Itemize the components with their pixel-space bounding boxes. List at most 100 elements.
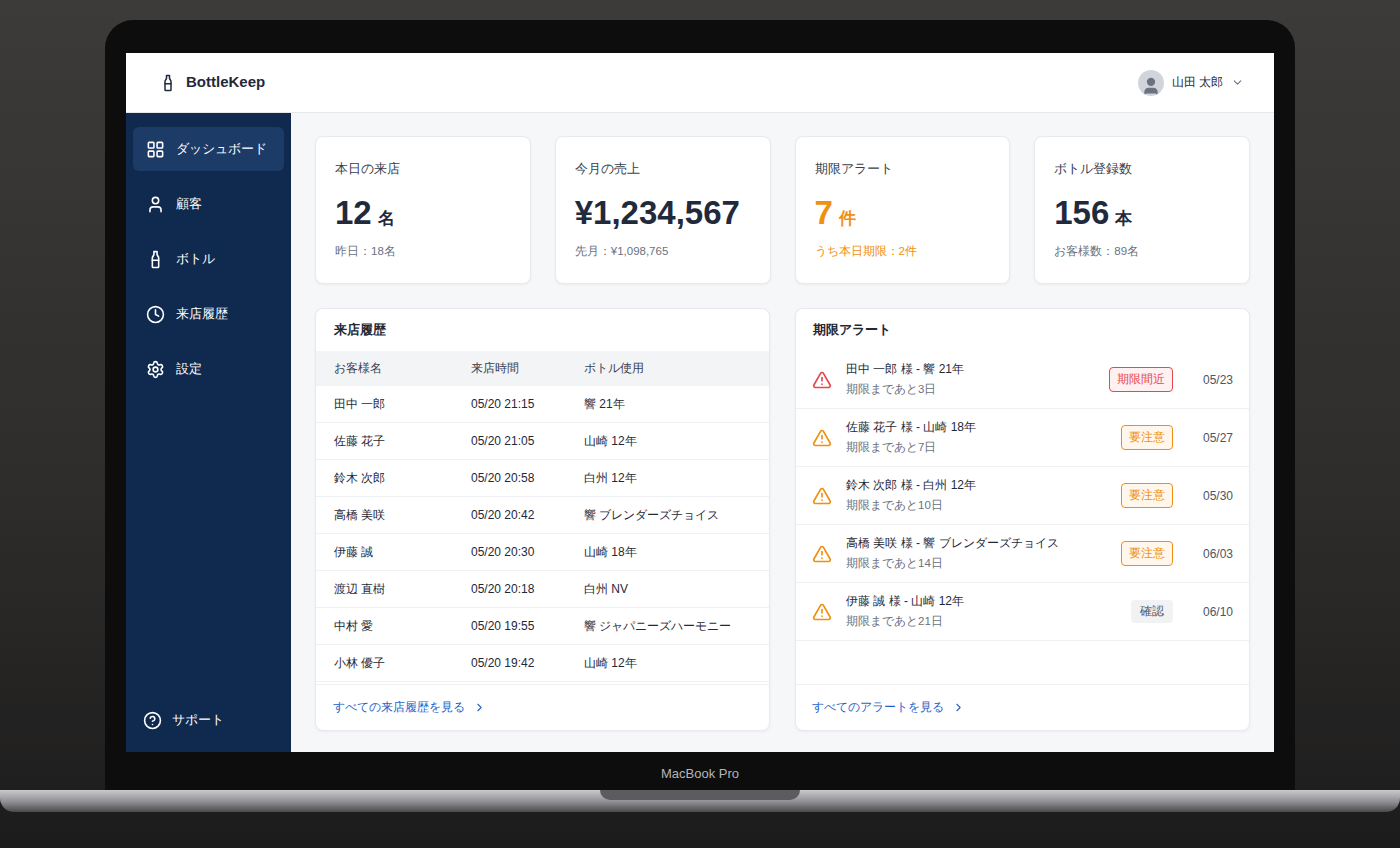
help-icon <box>143 711 162 730</box>
panel-title: 来店履歴 <box>316 309 769 351</box>
alert-item[interactable]: 田中 一郎 様 - 響 21年期限まであと3日期限間近05/23 <box>796 351 1249 409</box>
sidebar-item[interactable]: 設定 <box>133 347 284 391</box>
table-cell: 響 ジャパニーズハーモニー <box>584 617 751 635</box>
stat-sub: うち本日期限：2件 <box>815 243 991 260</box>
alert-item[interactable]: 高橋 美咲 様 - 響 ブレンダーズチョイス期限まであと14日要注意06/03 <box>796 525 1249 583</box>
table-row[interactable]: 田中 一郎05/20 21:15響 21年 <box>316 386 769 423</box>
stat-card: ボトル登録数 156本お客様数：89名 <box>1034 136 1250 284</box>
table-cell: 山崎 12年 <box>584 654 751 672</box>
panel-title: 期限アラート <box>796 309 1249 351</box>
sidebar-item[interactable]: 顧客 <box>133 182 284 226</box>
table-cell: 響 ブレンダーズチョイス <box>584 506 751 524</box>
alert-sub: 期限まであと3日 <box>846 381 1095 398</box>
status-badge: 期限間近 <box>1109 367 1173 392</box>
user-icon <box>146 195 165 214</box>
table-body: 田中 一郎05/20 21:15響 21年佐藤 花子05/20 21:05山崎 … <box>316 386 769 682</box>
status-badge: 要注意 <box>1121 425 1173 450</box>
stat-value: 156本 <box>1054 193 1230 233</box>
sidebar-item[interactable]: ボトル <box>133 237 284 281</box>
table-header: お客様名来店時間ボトル使用 <box>316 351 769 386</box>
stat-title: 本日の来店 <box>335 159 511 179</box>
status-badge: 確認 <box>1131 600 1173 623</box>
chevron-right-icon <box>952 701 965 714</box>
user-menu[interactable]: 山田 太郎 <box>1138 70 1244 96</box>
table-row[interactable]: 渡辺 直樹05/20 20:18白州 NV <box>316 571 769 608</box>
stat-value: 7件 <box>815 193 991 233</box>
table-cell: 中村 愛 <box>334 617 471 635</box>
app-logo[interactable]: BottleKeep <box>159 71 265 95</box>
avatar-icon <box>1138 70 1164 96</box>
table-cell: 05/20 19:55 <box>471 617 584 635</box>
base-notch <box>600 790 800 800</box>
bottle-icon <box>146 250 165 269</box>
table-row[interactable]: 鈴木 次郎05/20 20:58白州 12年 <box>316 460 769 497</box>
table-row[interactable]: 小林 優子05/20 19:42山崎 12年 <box>316 645 769 682</box>
chevron-down-icon <box>1231 76 1244 89</box>
alert-sub: 期限まであと21日 <box>846 613 1117 630</box>
table-cell: 05/20 20:42 <box>471 506 584 524</box>
warning-icon <box>812 486 832 506</box>
table-cell: 渡辺 直樹 <box>334 580 471 598</box>
support-link[interactable]: サポート <box>126 711 291 730</box>
status-badge: 要注意 <box>1121 483 1173 508</box>
visits-panel: 来店履歴お客様名来店時間ボトル使用田中 一郎05/20 21:15響 21年佐藤… <box>315 308 770 731</box>
table-cell: 白州 NV <box>584 580 751 598</box>
panel-footer: すべての来店履歴を見る <box>316 684 769 730</box>
table-cell: 05/20 20:58 <box>471 469 584 487</box>
alert-item[interactable]: 佐藤 花子 様 - 山崎 18年期限まであと7日要注意 05/27 <box>796 409 1249 467</box>
stat-title: 今月の売上 <box>575 159 751 179</box>
laptop-base <box>0 790 1400 812</box>
stat-sub: 昨日：18名 <box>335 243 511 260</box>
alert-text: 伊藤 誠 様 - 山崎 12年 <box>846 592 1117 610</box>
table-cell: 05/20 20:18 <box>471 580 584 598</box>
alert-item[interactable]: 鈴木 次郎 様 - 白州 12年期限まであと10日要注意05/30 <box>796 467 1249 525</box>
bottle-logo-icon <box>159 71 177 95</box>
all-visits-link[interactable]: すべての来店履歴を見る <box>333 699 486 716</box>
column-header: 来店時間 <box>471 360 584 377</box>
stat-value: ¥1,234,567 <box>575 193 751 233</box>
all-alerts-link[interactable]: すべてのアラートを見る <box>812 699 965 716</box>
stat-title: ボトル登録数 <box>1054 159 1230 179</box>
table-row[interactable]: 佐藤 花子05/20 21:05山崎 12年 <box>316 423 769 460</box>
panel-footer: すべてのアラートを見る <box>796 684 1249 730</box>
alert-text: 田中 一郎 様 - 響 21年 <box>846 360 1095 378</box>
alert-sub: 期限まであと10日 <box>846 497 1107 514</box>
sidebar-item[interactable]: ダッシュボード <box>133 127 284 171</box>
warning-icon <box>812 544 832 564</box>
grid-icon <box>146 140 165 159</box>
table-row[interactable]: 中村 愛05/20 19:55響 ジャパニーズハーモニー <box>316 608 769 645</box>
chevron-right-icon <box>473 701 486 714</box>
alert-date: 05/27 <box>1187 429 1233 447</box>
gear-icon <box>146 360 165 379</box>
alert-date: 06/03 <box>1187 545 1233 563</box>
stat-value: 12名 <box>335 193 511 233</box>
alert-text: 佐藤 花子 様 - 山崎 18年 <box>846 418 1107 436</box>
alert-item[interactable]: 伊藤 誠 様 - 山崎 12年期限まであと21日確認06/10 <box>796 583 1249 641</box>
laptop-chin: MacBook Pro <box>126 752 1274 790</box>
clock-icon <box>146 305 165 324</box>
column-header: お客様名 <box>334 360 471 377</box>
table-cell: 山崎 18年 <box>584 543 751 561</box>
sidebar-item[interactable]: 来店履歴 <box>133 292 284 336</box>
stat-card: 本日の来店 12名昨日：18名 <box>315 136 531 284</box>
laptop-lid: BottleKeep山田 太郎ダッシュボード顧客ボトル来店履歴設定サポート本日の… <box>105 20 1295 790</box>
stats-row: 本日の来店 12名昨日：18名 今月の売上 ¥1,234,567 先月：¥1,098,7… <box>315 136 1250 284</box>
table-row[interactable]: 伊藤 誠05/20 20:30山崎 18年 <box>316 534 769 571</box>
table-cell: 伊藤 誠 <box>334 543 471 561</box>
table-cell: 鈴木 次郎 <box>334 469 471 487</box>
alert-sub: 期限まであと7日 <box>846 439 1107 456</box>
stat-sub: 先月：¥1,098,765 <box>575 243 751 260</box>
screen: BottleKeep山田 太郎ダッシュボード顧客ボトル来店履歴設定サポート本日の… <box>126 53 1274 752</box>
sidebar-nav: ダッシュボード顧客ボトル来店履歴設定 <box>126 127 291 391</box>
stat-card: 期限アラート7件うち本日期限：2件 <box>795 136 1011 284</box>
table-cell: 高橋 美咲 <box>334 506 471 524</box>
stat-sub: お客様数：89名 <box>1054 243 1230 260</box>
table-cell: 白州 12年 <box>584 469 751 487</box>
body: ダッシュボード顧客ボトル来店履歴設定サポート本日の来店12名昨日：18名今月の売… <box>126 113 1274 752</box>
alert-text: 鈴木 次郎 様 - 白州 12年 <box>846 476 1107 494</box>
table-cell: 05/20 21:05 <box>471 432 584 450</box>
page: BottleKeep山田 太郎ダッシュボード顧客ボトル来店履歴設定サポート本日の… <box>0 0 1400 848</box>
table-cell: 山崎 12年 <box>584 432 751 450</box>
table-row[interactable]: 高橋 美咲05/20 20:42響 ブレンダーズチョイス <box>316 497 769 534</box>
table-cell: 小林 優子 <box>334 654 471 672</box>
